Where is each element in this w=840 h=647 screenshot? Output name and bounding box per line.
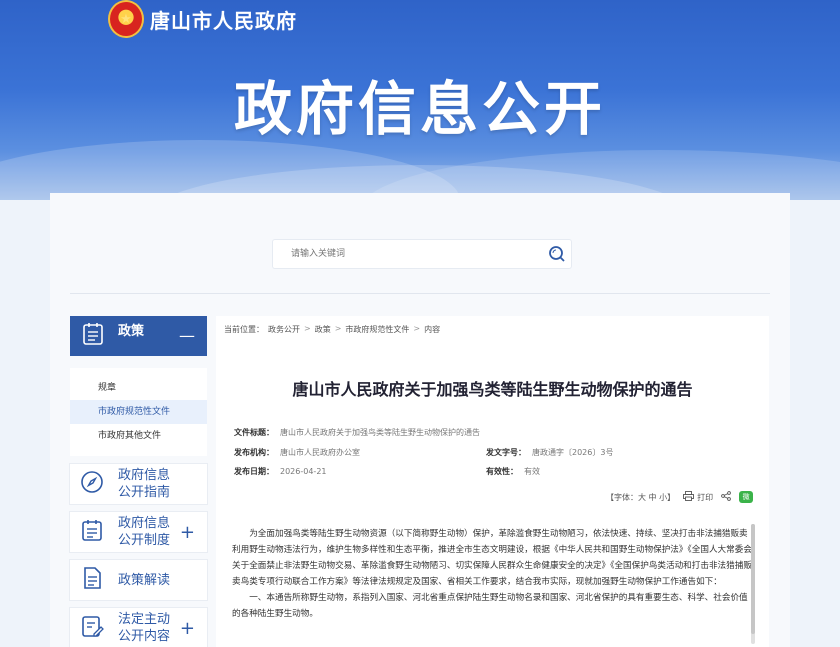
search-bar — [273, 240, 571, 268]
article-scrollbar[interactable] — [751, 524, 755, 644]
meta-value: 有效 — [524, 467, 540, 476]
sidebar-item-other-docs[interactable]: 市政府其他文件 — [70, 424, 207, 448]
edit-document-icon — [80, 614, 104, 642]
article-title: 唐山市人民政府关于加强鸟类等陆生野生动物保护的通告 — [292, 380, 693, 399]
file-text-icon — [80, 566, 104, 594]
sidebar-section-policy[interactable]: 政策 — — [70, 316, 207, 356]
sidebar-item-normative-docs[interactable]: 市政府规范性文件 — [70, 400, 207, 424]
breadcrumb-item[interactable]: 政务公开 — [268, 324, 300, 335]
site-name: 唐山市人民政府 — [150, 8, 297, 33]
meta-label: 发布日期： — [234, 467, 274, 476]
breadcrumb-separator: > — [304, 324, 311, 333]
compass-icon — [80, 470, 104, 498]
meta-value: 2026-04-21 — [280, 467, 327, 476]
scrollbar-thumb[interactable] — [751, 524, 755, 634]
collapse-icon[interactable]: — — [179, 326, 195, 345]
wechat-icon[interactable]: 微 — [739, 491, 754, 503]
document-icon — [82, 322, 104, 350]
breadcrumb-prefix: 当前位置： — [224, 325, 264, 334]
sidebar-item-disclosure-system[interactable]: 政府信息公开制度 + — [70, 512, 207, 552]
site-logo[interactable]: ★ 唐山市人民政府 — [108, 0, 297, 38]
sidebar-item-policy-interpretation[interactable]: 政策解读 — [70, 560, 207, 600]
article-panel: 当前位置： 政务公开 > 政策 > 市政府规范性文件 > 内容 唐山市人民政府关… — [216, 316, 769, 647]
divider — [70, 293, 770, 294]
sidebar-item-label: 法定主动公开内容 — [118, 612, 171, 644]
meta-label: 发文字号： — [486, 448, 526, 457]
breadcrumb-separator: > — [334, 324, 342, 333]
national-emblem-icon: ★ — [108, 0, 144, 38]
sidebar-item-statutory-disclosure[interactable]: 法定主动公开内容 + — [70, 608, 207, 647]
share-icon[interactable] — [721, 491, 731, 503]
sidebar-item-label: 政府信息公开指南 — [118, 468, 171, 500]
meta-file-title: 文件标题： 唐山市人民政府关于加强鸟类等陆生野生动物保护的通告 — [234, 427, 480, 438]
meta-validity: 有效性： 有效 — [486, 466, 540, 477]
meta-date: 发布日期： 2026-04-21 — [234, 466, 327, 477]
sidebar: 政策 — 规章 市政府规范性文件 市政府其他文件 政府信息公开指南 政府信息公开… — [70, 316, 207, 647]
breadcrumb: 当前位置： 政务公开 > 政策 > 市政府规范性文件 > 内容 — [224, 324, 440, 335]
breadcrumb-item[interactable]: 市政府规范性文件 — [345, 324, 409, 335]
expand-icon[interactable]: + — [180, 618, 195, 639]
meta-value: 唐山市人民政府办公室 — [280, 448, 360, 457]
sidebar-item-label: 政策解读 — [118, 572, 171, 588]
sidebar-subitems: 规章 市政府规范性文件 市政府其他文件 — [70, 368, 207, 456]
sidebar-item-label: 政府信息公开制度 — [118, 516, 171, 548]
calendar-icon — [80, 518, 104, 546]
print-button[interactable]: 打印 — [683, 491, 713, 503]
article-tools: 【字体：大 中 小】 打印 微 — [606, 491, 754, 503]
meta-issuer: 发布机构： 唐山市人民政府办公室 — [234, 447, 360, 458]
sidebar-item-disclosure-guide[interactable]: 政府信息公开指南 — [70, 464, 207, 504]
print-label: 打印 — [697, 492, 714, 502]
breadcrumb-item[interactable]: 政策 — [315, 324, 331, 335]
font-size-control[interactable]: 【字体：大 中 小】 — [606, 492, 675, 503]
printer-icon — [683, 491, 695, 503]
banner-title: 政府信息公开 — [233, 75, 606, 143]
meta-doc-no: 发文字号： 唐政通字〔2026〕3号 — [486, 447, 613, 458]
sidebar-item-regulations[interactable]: 规章 — [70, 376, 207, 400]
sidebar-section-label: 政策 — [118, 323, 145, 339]
article-body: 为全面加强鸟类等陆生野生动物资源（以下简称野生动物）保护，革除滥食野生动物陋习，… — [232, 526, 752, 622]
meta-value: 唐政通字〔2026〕3号 — [532, 448, 614, 457]
breadcrumb-separator: > — [413, 324, 421, 333]
meta-label: 文件标题： — [234, 428, 274, 437]
search-input[interactable] — [273, 240, 543, 268]
expand-icon[interactable]: + — [180, 522, 195, 543]
meta-value: 唐山市人民政府关于加强鸟类等陆生野生动物保护的通告 — [280, 428, 480, 437]
article-paragraph: 为全面加强鸟类等陆生野生动物资源（以下简称野生动物）保护，革除滥食野生动物陋习，… — [232, 529, 752, 587]
meta-label: 发布机构： — [234, 448, 274, 457]
breadcrumb-item: 内容 — [424, 325, 441, 334]
search-icon[interactable] — [543, 240, 571, 268]
meta-label: 有效性： — [486, 467, 518, 476]
article-paragraph: 一、本通告所称野生动物，系指列入国家、河北省重点保护陆生野生动物名录和国家、河北… — [232, 593, 748, 619]
